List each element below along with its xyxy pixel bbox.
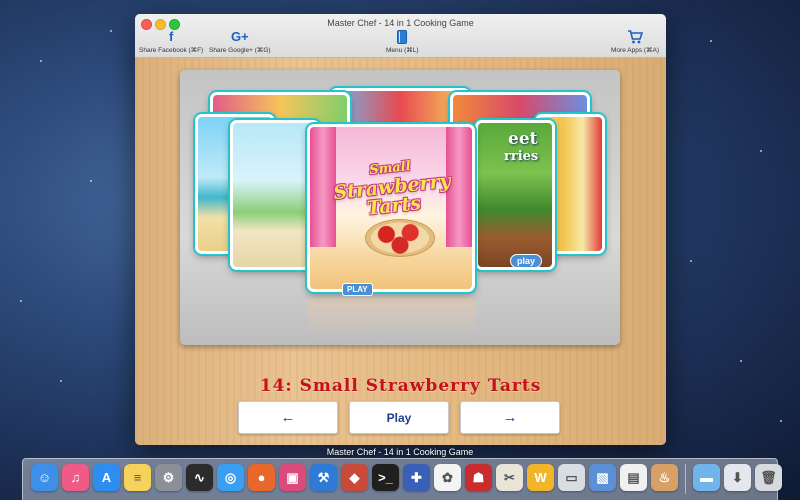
- preview-icon[interactable]: ▧: [589, 464, 616, 491]
- system-preferences-icon[interactable]: ⚙: [155, 464, 182, 491]
- selected-card-title: Small Strawberry Tarts: [332, 158, 452, 220]
- share-facebook-label: Share Facebook (⌘F): [139, 47, 204, 54]
- game-controller-icon[interactable]: ✚: [403, 464, 430, 491]
- xcode-icon[interactable]: ⚒: [310, 464, 337, 491]
- facebook-icon: f: [168, 29, 174, 44]
- dock-icons: ☺ ♫ A ≡ ⚙ ∿ ◎ ● ▣ ⚒ ◆ >_ ✚ ✿ ☗ ✂ W ▭ ▧ ▤ ♨ ▬ ⬇ 🗑: [31, 464, 782, 494]
- terminal-icon[interactable]: >_: [372, 464, 399, 491]
- game-area: eet rries play Small Strawberry Tarts PL…: [135, 58, 666, 445]
- card-reflection: [307, 298, 475, 338]
- trash-icon[interactable]: 🗑: [755, 464, 782, 491]
- activity-monitor-icon[interactable]: ∿: [186, 464, 213, 491]
- dock: ☺ ♫ A ≡ ⚙ ∿ ◎ ● ▣ ⚒ ◆ >_ ✚ ✿ ☗ ✂ W ▭ ▧ ▤ ♨ ▬ ⬇ 🗑: [22, 458, 782, 500]
- ladybug-app-icon[interactable]: ☗: [465, 464, 492, 491]
- window-title: Master Chef - 14 in 1 Cooking Game: [327, 18, 474, 28]
- game-card-back[interactable]: [330, 88, 470, 128]
- more-apps-label: More Apps (⌘A): [611, 47, 660, 54]
- game-card-sweet-cherries[interactable]: eet rries: [475, 120, 555, 270]
- safari-icon[interactable]: ◎: [217, 464, 244, 491]
- share-facebook-button[interactable]: f Share Facebook (⌘F): [139, 29, 204, 55]
- share-google-button[interactable]: G+ Share Google+ (⌘G): [209, 29, 271, 55]
- app-store-icon[interactable]: A: [93, 464, 120, 491]
- card-title-fragment: rries: [504, 149, 539, 164]
- card-title-fragment: eet: [508, 129, 538, 149]
- notes-icon[interactable]: ≡: [124, 464, 151, 491]
- next-button[interactable]: →: [460, 401, 560, 434]
- photos-icon[interactable]: ✿: [434, 464, 461, 491]
- firefox-icon[interactable]: ●: [248, 464, 275, 491]
- book-icon: [386, 30, 419, 44]
- dock-hover-label: Master Chef - 14 in 1 Cooking Game: [326, 447, 474, 457]
- photo-app-icon[interactable]: ▣: [279, 464, 306, 491]
- document-icon[interactable]: ▤: [620, 464, 647, 491]
- app-window: Master Chef - 14 in 1 Cooking Game f Sha…: [135, 14, 666, 445]
- selected-card-play-badge[interactable]: PLAY: [342, 283, 373, 296]
- itunes-icon[interactable]: ♫: [62, 464, 89, 491]
- wunderlist-icon[interactable]: W: [527, 464, 554, 491]
- game-carousel[interactable]: eet rries play Small Strawberry Tarts PL…: [180, 70, 620, 345]
- dock-separator: [685, 464, 686, 494]
- google-plus-icon: G+: [230, 29, 249, 44]
- shopping-cart-icon: [611, 30, 659, 44]
- scissors-icon[interactable]: ✂: [496, 464, 523, 491]
- app-icon-red-blue[interactable]: ◆: [341, 464, 368, 491]
- menu-label: Menu (⌘L): [386, 47, 419, 54]
- menu-button[interactable]: Menu (⌘L): [386, 30, 419, 54]
- previous-button[interactable]: ←: [238, 401, 338, 434]
- ruler-icon[interactable]: ▭: [558, 464, 585, 491]
- folder-icon[interactable]: ▬: [693, 464, 720, 491]
- more-apps-button[interactable]: More Apps (⌘A): [611, 30, 659, 54]
- play-button[interactable]: Play: [349, 401, 449, 434]
- finder-icon[interactable]: ☺: [31, 464, 58, 491]
- selected-game-label: 14: Small Strawberry Tarts: [259, 376, 542, 396]
- title-bar: Master Chef - 14 in 1 Cooking Game f Sha…: [135, 14, 666, 58]
- share-google-label: Share Google+ (⌘G): [209, 47, 271, 54]
- strawberry-tarts-image: [365, 219, 435, 257]
- master-chef-icon[interactable]: ♨: [651, 464, 678, 491]
- game-card-selected[interactable]: Small Strawberry Tarts: [307, 124, 475, 292]
- downloads-icon[interactable]: ⬇: [724, 464, 751, 491]
- card-play-badge[interactable]: play: [510, 254, 543, 268]
